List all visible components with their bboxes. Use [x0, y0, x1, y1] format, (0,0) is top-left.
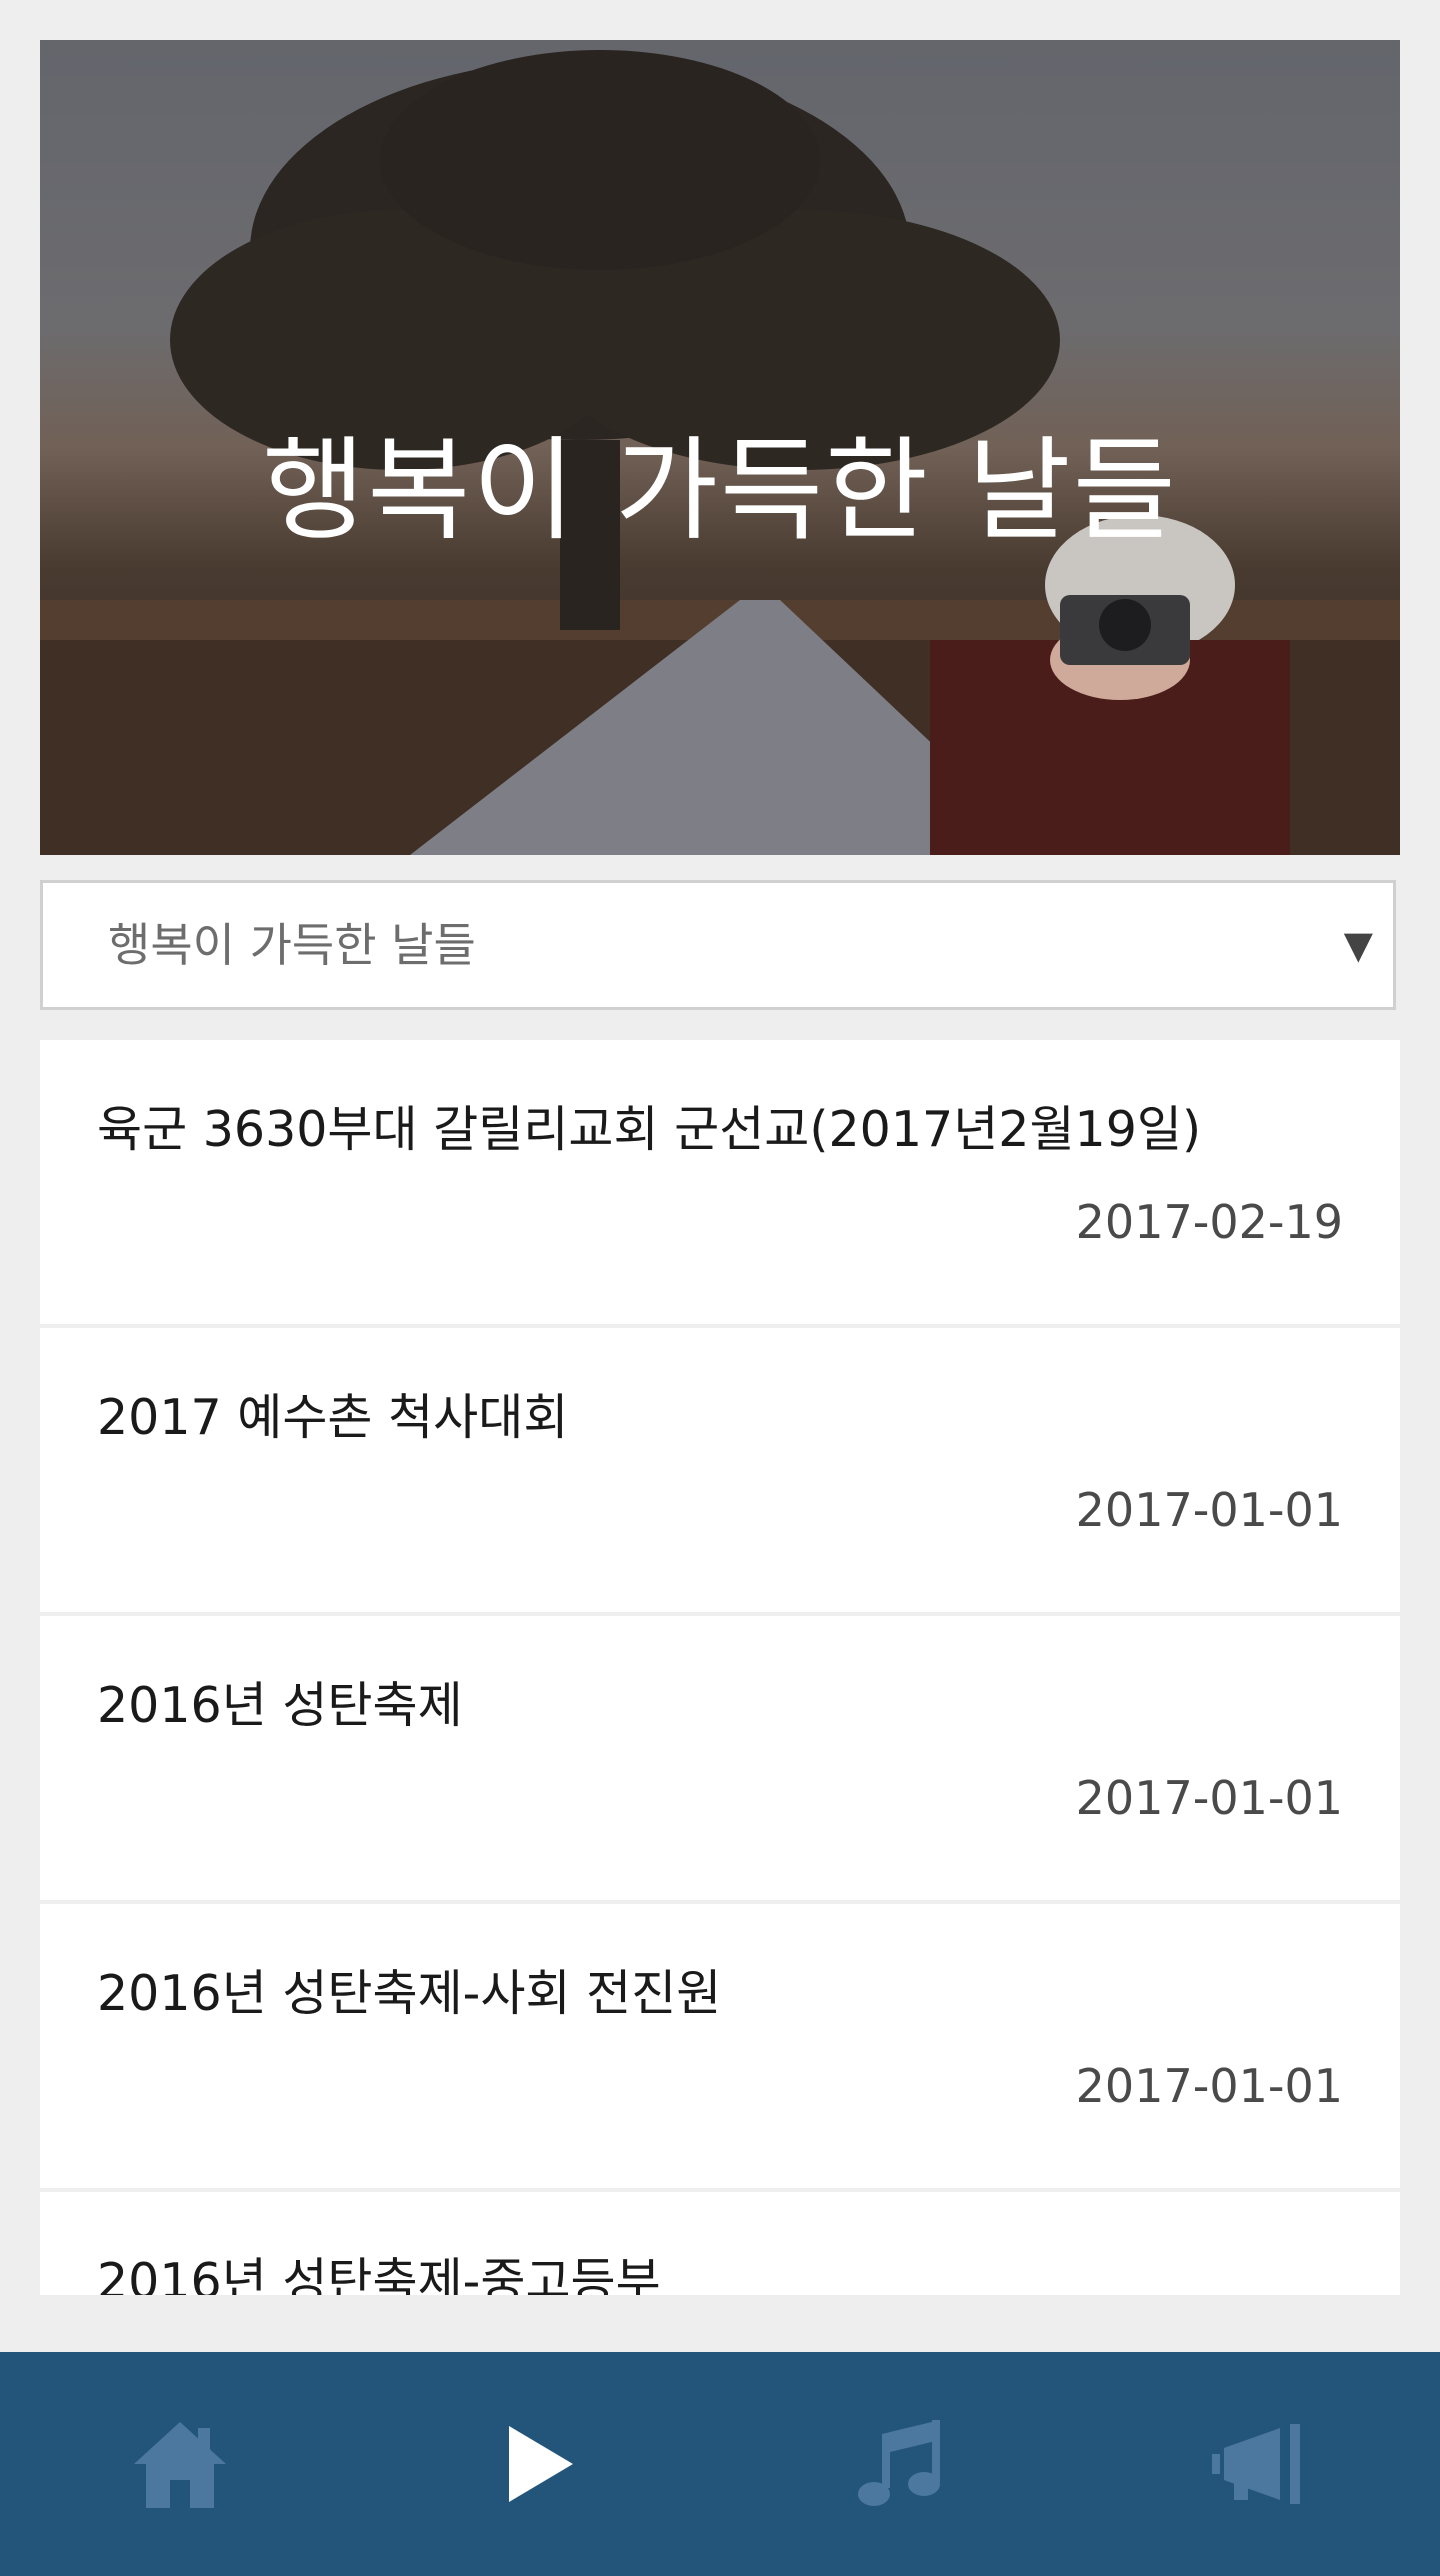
hero-banner: 행복이 가득한 날들: [40, 40, 1400, 855]
hero-title: 행복이 가득한 날들: [262, 426, 1178, 556]
tab-music[interactable]: [720, 2352, 1080, 2576]
list-item[interactable]: 2016년 성탄축제-사회 전진원 2017-01-01: [40, 1904, 1400, 2188]
post-list: 육군 3630부대 갈릴리교회 군선교(2017년2월19일) 2017-02-…: [40, 1040, 1400, 2295]
tab-announcements[interactable]: [1080, 2352, 1440, 2576]
category-select-value: 행복이 가득한 날들: [108, 918, 476, 972]
post-date: 2017-02-19: [1075, 1195, 1343, 1249]
tab-home[interactable]: [0, 2352, 360, 2576]
dropdown-arrow-icon: ▼: [1343, 923, 1373, 967]
post-title: 2016년 성탄축제-중고등부: [97, 2253, 661, 2295]
list-item[interactable]: 2016년 성탄축제 2017-01-01: [40, 1616, 1400, 1900]
play-icon: [509, 2426, 573, 2502]
music-note-icon: [858, 2420, 940, 2506]
post-title: 2017 예수촌 척사대회: [97, 1389, 569, 1446]
list-item[interactable]: 2016년 성탄축제-중고등부: [40, 2192, 1400, 2295]
post-title: 2016년 성탄축제-사회 전진원: [97, 1965, 722, 2022]
list-item[interactable]: 2017 예수촌 척사대회 2017-01-01: [40, 1328, 1400, 1612]
category-select[interactable]: 행복이 가득한 날들 ▼: [40, 880, 1396, 1010]
list-item[interactable]: 육군 3630부대 갈릴리교회 군선교(2017년2월19일) 2017-02-…: [40, 1040, 1400, 1324]
tab-play[interactable]: [360, 2352, 720, 2576]
post-title: 2016년 성탄축제: [97, 1677, 463, 1734]
home-icon: [134, 2422, 226, 2508]
post-date: 2017-01-01: [1075, 1771, 1343, 1825]
post-date: 2017-01-01: [1075, 1483, 1343, 1537]
post-date: 2017-01-01: [1075, 2059, 1343, 2113]
bottom-tab-bar: [0, 2352, 1440, 2576]
megaphone-icon: [1212, 2424, 1300, 2504]
post-title: 육군 3630부대 갈릴리교회 군선교(2017년2월19일): [97, 1101, 1202, 1158]
